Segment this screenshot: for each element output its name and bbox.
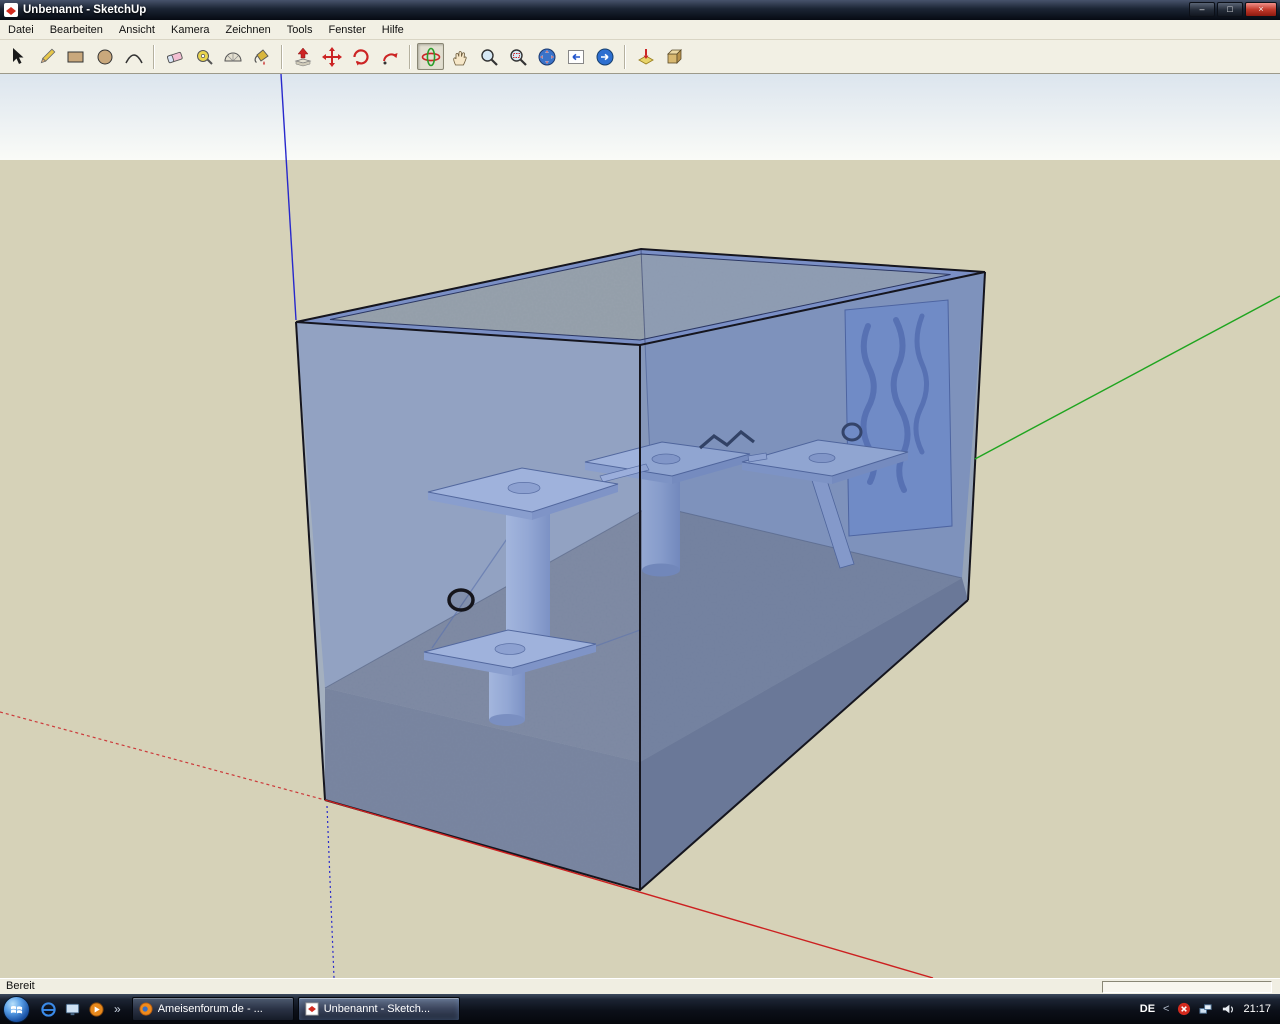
menu-item-bearbeiten[interactable]: Bearbeiten (42, 21, 111, 39)
circle-tool-button[interactable] (91, 43, 118, 70)
volume-icon[interactable] (1221, 1002, 1235, 1016)
toolbar-separator (281, 45, 283, 69)
glass-ventilation-hole[interactable] (449, 590, 473, 610)
media-player-icon[interactable] (88, 1001, 105, 1018)
show-desktop-icon[interactable] (64, 1001, 81, 1018)
sketchup-window: Unbenannt - SketchUp – □ × Datei Bearbei… (0, 0, 1280, 1024)
system-tray: DE < 21:17 (1140, 1002, 1280, 1016)
paint-bucket-tool-button[interactable] (248, 43, 275, 70)
menu-item-fenster[interactable]: Fenster (320, 21, 373, 39)
paint-bucket-icon (251, 46, 273, 68)
viewport-canvas[interactable] (0, 74, 1280, 978)
menu-bar: Datei Bearbeiten Ansicht Kamera Zeichnen… (0, 20, 1280, 40)
tray-expand-chevron[interactable]: < (1163, 1003, 1169, 1015)
quick-launch-chevron[interactable]: » (112, 1002, 123, 1016)
status-text: Bereit (6, 980, 35, 992)
network-icon[interactable] (1199, 1002, 1213, 1016)
circle-icon (94, 46, 116, 68)
zoom-window-tool-button[interactable] (504, 43, 531, 70)
eraser-tool-button[interactable] (161, 43, 188, 70)
internet-explorer-icon[interactable] (40, 1001, 57, 1018)
window-title: Unbenannt - SketchUp (23, 4, 146, 16)
zoom-icon (478, 46, 500, 68)
select-tool-button[interactable] (4, 43, 31, 70)
task-label: Unbenannt - Sketch... (324, 1003, 430, 1015)
menu-item-zeichnen[interactable]: Zeichnen (218, 21, 279, 39)
start-button[interactable] (3, 996, 30, 1023)
toolbar-separator (409, 45, 411, 69)
menu-item-ansicht[interactable]: Ansicht (111, 21, 163, 39)
components-icon (664, 46, 686, 68)
close-button[interactable]: × (1245, 2, 1277, 17)
taskbar: » Ameisenforum.de - ... Unbenannt - Sket… (0, 994, 1280, 1024)
viewport-sky (0, 74, 1280, 160)
move-tool-button[interactable] (318, 43, 345, 70)
section-plane-icon (635, 46, 657, 68)
quick-launch-bar: » (40, 1001, 123, 1018)
previous-view-icon (565, 46, 587, 68)
sketchup-icon (305, 1002, 319, 1016)
rotate-tool-button[interactable] (347, 43, 374, 70)
tape-measure-tool-button[interactable] (190, 43, 217, 70)
rectangle-icon (65, 46, 87, 68)
clock: 21:17 (1243, 1003, 1271, 1015)
pan-hand-icon (449, 46, 471, 68)
pan-tool-button[interactable] (446, 43, 473, 70)
firefox-icon (139, 1002, 153, 1016)
title-bar[interactable]: Unbenannt - SketchUp – □ × (0, 0, 1280, 20)
task-label: Ameisenforum.de - ... (158, 1003, 263, 1015)
line-tool-button[interactable] (33, 43, 60, 70)
sketchup-logo-icon (4, 3, 18, 17)
window-controls: – □ × (1189, 2, 1277, 17)
move-icon (321, 46, 343, 68)
menu-item-tools[interactable]: Tools (279, 21, 321, 39)
rotate-icon (350, 46, 372, 68)
rectangle-tool-button[interactable] (62, 43, 89, 70)
windows-flag-icon (10, 1003, 23, 1016)
measurements-field[interactable] (1102, 981, 1272, 993)
offset-icon (379, 46, 401, 68)
maximize-button[interactable]: □ (1217, 2, 1243, 17)
zoom-extents-tool-button[interactable] (533, 43, 560, 70)
tray-alert-icon[interactable] (1177, 1002, 1191, 1016)
eraser-icon (164, 46, 186, 68)
push-pull-tool-button[interactable] (289, 43, 316, 70)
taskbar-item-firefox[interactable]: Ameisenforum.de - ... (132, 997, 294, 1021)
select-arrow-icon (7, 46, 29, 68)
protractor-tool-button[interactable] (219, 43, 246, 70)
zoom-tool-button[interactable] (475, 43, 502, 70)
zoom-window-icon (507, 46, 529, 68)
section-plane-tool-button[interactable] (632, 43, 659, 70)
arc-tool-button[interactable] (120, 43, 147, 70)
orbit-tool-button[interactable] (417, 43, 444, 70)
pencil-icon (36, 46, 58, 68)
minimize-button[interactable]: – (1189, 2, 1215, 17)
push-pull-icon (292, 46, 314, 68)
menu-item-kamera[interactable]: Kamera (163, 21, 218, 39)
arc-icon (123, 46, 145, 68)
next-view-icon (594, 46, 616, 68)
orbit-icon (420, 46, 442, 68)
status-bar: Bereit (0, 978, 1280, 994)
previous-view-button[interactable] (562, 43, 589, 70)
next-view-button[interactable] (591, 43, 618, 70)
tape-measure-icon (193, 46, 215, 68)
drawing-area[interactable] (0, 74, 1280, 978)
offset-tool-button[interactable] (376, 43, 403, 70)
menu-item-datei[interactable]: Datei (0, 21, 42, 39)
toolbar-separator (624, 45, 626, 69)
toolbar-separator (153, 45, 155, 69)
taskbar-item-sketchup[interactable]: Unbenannt - Sketch... (298, 997, 460, 1021)
task-buttons: Ameisenforum.de - ... Unbenannt - Sketch… (132, 997, 460, 1021)
menu-item-hilfe[interactable]: Hilfe (374, 21, 412, 39)
tool-bar (0, 40, 1280, 74)
language-indicator[interactable]: DE (1140, 1003, 1155, 1015)
zoom-extents-icon (536, 46, 558, 68)
components-tool-button[interactable] (661, 43, 688, 70)
protractor-icon (222, 46, 244, 68)
